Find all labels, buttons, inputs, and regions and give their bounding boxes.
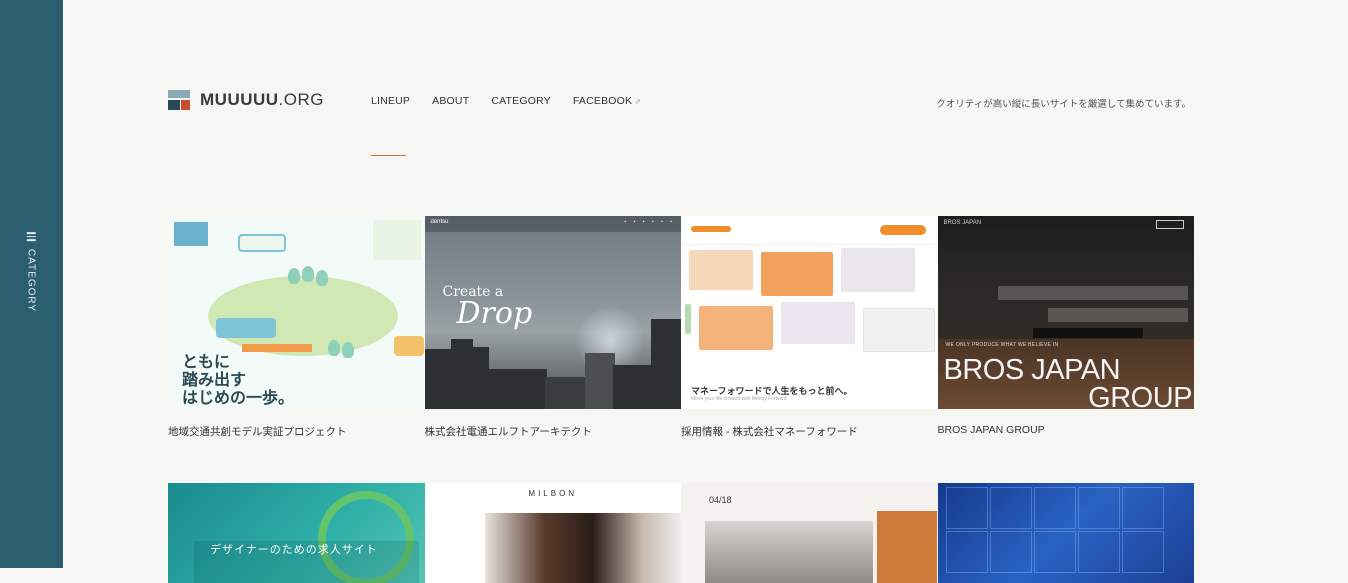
site-card-title: BROS JAPAN GROUP	[937, 424, 1045, 436]
nav-lineup[interactable]: LINEUP	[371, 95, 410, 107]
site-thumbnail: ともに 踏み出す はじめの一歩。	[168, 216, 425, 409]
site-grid: ともに 踏み出す はじめの一歩。 地域交通共創モデル実証プロジェクト dents…	[168, 216, 1194, 583]
logo-text: MUUUUU.ORG	[200, 90, 324, 109]
site-card-title: 地域交通共創モデル実証プロジェクト	[168, 426, 347, 438]
nav-category[interactable]: CATEGORY	[491, 95, 551, 107]
nav-facebook[interactable]: FACEBOOK ⇗	[573, 95, 641, 107]
site-card[interactable]	[937, 483, 1194, 583]
nav-about[interactable]: ABOUT	[432, 95, 469, 107]
site-thumbnail: マネーフォワードで人生をもっと前へ。 Move your life forwar…	[681, 216, 938, 409]
site-card[interactable]: MILBON	[424, 483, 681, 583]
active-nav-indicator	[371, 155, 406, 156]
site-card[interactable]: マネーフォワードで人生をもっと前へ。 Move your life forwar…	[681, 216, 938, 439]
site-card[interactable]: dentsu ▪ ▪ ▪ ▪ ▪ ▪ Create a Drop 株式会社電通エ…	[424, 216, 681, 439]
nav-facebook-label: FACEBOOK	[572, 95, 633, 107]
site-thumbnail	[937, 483, 1194, 583]
site-thumbnail: dentsu ▪ ▪ ▪ ▪ ▪ ▪ Create a Drop	[424, 216, 681, 409]
site-thumbnail: デザイナーのための求人サイト	[168, 483, 425, 583]
grid-row: ともに 踏み出す はじめの一歩。 地域交通共創モデル実証プロジェクト dents…	[168, 216, 1194, 439]
site-card-title: 株式会社電通エルフトアーキテクト	[424, 426, 592, 438]
site-thumbnail: BROS JAPAN WE ONLY PRODUCE WHAT WE BELIE…	[937, 216, 1194, 409]
category-rail-content: CATEGORY	[26, 232, 37, 312]
site-card[interactable]: BROS JAPAN WE ONLY PRODUCE WHAT WE BELIE…	[937, 216, 1194, 439]
category-sidebar-toggle[interactable]: CATEGORY	[0, 0, 63, 568]
site-thumbnail: MILBON	[424, 483, 681, 583]
grid-row: デザイナーのための求人サイト MILBON 04/18	[168, 483, 1194, 583]
site-thumbnail: 04/18	[681, 483, 938, 583]
main-nav: LINEUP ABOUT CATEGORY FACEBOOK ⇗	[371, 95, 641, 107]
site-logo[interactable]: MUUUUU.ORG	[168, 90, 324, 110]
site-card[interactable]: ともに 踏み出す はじめの一歩。 地域交通共創モデル実証プロジェクト	[168, 216, 425, 439]
menu-icon	[26, 232, 36, 241]
site-tagline: クオリティが高い縦に長いサイトを厳選して集めています。	[936, 99, 1191, 110]
external-link-icon: ⇗	[634, 97, 642, 106]
site-card-title: 採用情報 - 株式会社マネーフォワード	[681, 426, 858, 438]
category-rail-label: CATEGORY	[25, 248, 37, 313]
logo-mark-icon	[168, 90, 190, 110]
site-card[interactable]: 04/18	[681, 483, 938, 583]
site-card[interactable]: デザイナーのための求人サイト	[168, 483, 425, 583]
